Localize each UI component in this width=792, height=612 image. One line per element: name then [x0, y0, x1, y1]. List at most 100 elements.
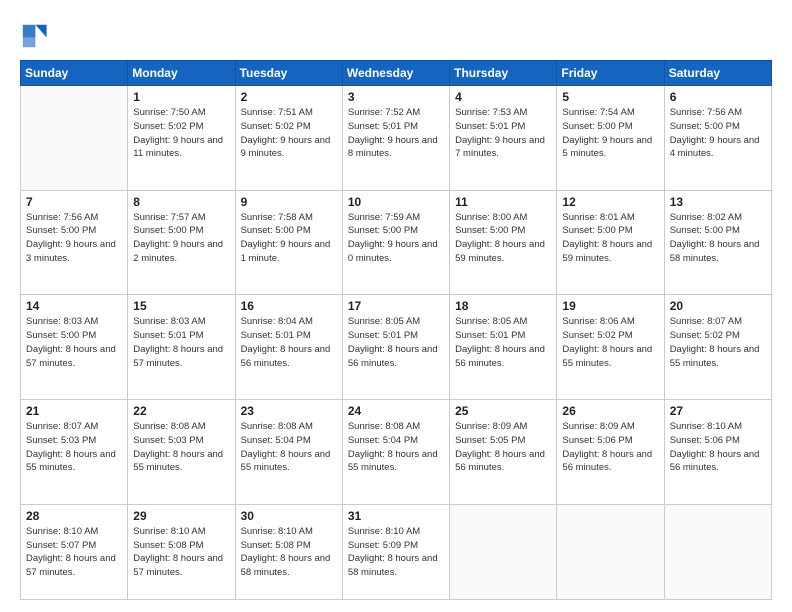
day-number: 20 — [670, 299, 766, 313]
day-number: 12 — [562, 195, 658, 209]
day-info: Sunrise: 7:56 AM Sunset: 5:00 PM Dayligh… — [670, 106, 766, 161]
calendar-cell: 31 Sunrise: 8:10 AM Sunset: 5:09 PM Dayli… — [342, 504, 449, 599]
day-number: 24 — [348, 404, 444, 418]
day-number: 21 — [26, 404, 122, 418]
day-info: Sunrise: 8:06 AM Sunset: 5:02 PM Dayligh… — [562, 315, 658, 370]
day-number: 7 — [26, 195, 122, 209]
calendar-cell: 30 Sunrise: 8:10 AM Sunset: 5:08 PM Dayli… — [235, 504, 342, 599]
calendar-week-row: 1 Sunrise: 7:50 AM Sunset: 5:02 PM Daylig… — [21, 86, 772, 191]
day-info: Sunrise: 8:03 AM Sunset: 5:01 PM Dayligh… — [133, 315, 229, 370]
calendar-cell: 9 Sunrise: 7:58 AM Sunset: 5:00 PM Daylig… — [235, 190, 342, 295]
day-info: Sunrise: 8:10 AM Sunset: 5:07 PM Dayligh… — [26, 525, 122, 580]
calendar-cell: 2Sunrise: 7:51 AM Sunset: 5:02 PM Daylig… — [235, 86, 342, 191]
logo — [20, 22, 52, 50]
calendar-cell: 27 Sunrise: 8:10 AM Sunset: 5:06 PM Dayli… — [664, 400, 771, 505]
day-info: Sunrise: 7:56 AM Sunset: 5:00 PM Dayligh… — [26, 211, 122, 266]
page: SundayMondayTuesdayWednesdayThursdayFrid… — [0, 0, 792, 612]
calendar-cell: 12 Sunrise: 8:01 AM Sunset: 5:00 PM Dayli… — [557, 190, 664, 295]
day-of-week-header: Monday — [128, 61, 235, 86]
calendar-cell: 20 Sunrise: 8:07 AM Sunset: 5:02 PM Dayli… — [664, 295, 771, 400]
day-number: 15 — [133, 299, 229, 313]
calendar-cell: 29 Sunrise: 8:10 AM Sunset: 5:08 PM Dayli… — [128, 504, 235, 599]
day-number: 6 — [670, 90, 766, 104]
calendar-cell: 15 Sunrise: 8:03 AM Sunset: 5:01 PM Dayli… — [128, 295, 235, 400]
days-of-week-row: SundayMondayTuesdayWednesdayThursdayFrid… — [21, 61, 772, 86]
day-info: Sunrise: 8:10 AM Sunset: 5:06 PM Dayligh… — [670, 420, 766, 475]
day-info: Sunrise: 8:09 AM Sunset: 5:06 PM Dayligh… — [562, 420, 658, 475]
calendar-week-row: 14Sunrise: 8:03 AM Sunset: 5:00 PM Dayli… — [21, 295, 772, 400]
calendar-cell: 21 Sunrise: 8:07 AM Sunset: 5:03 PM Dayli… — [21, 400, 128, 505]
day-number: 28 — [26, 509, 122, 523]
day-of-week-header: Thursday — [450, 61, 557, 86]
calendar-cell: 4 Sunrise: 7:53 AM Sunset: 5:01 PM Daylig… — [450, 86, 557, 191]
calendar-cell: 1 Sunrise: 7:50 AM Sunset: 5:02 PM Daylig… — [128, 86, 235, 191]
calendar-cell: 19 Sunrise: 8:06 AM Sunset: 5:02 PM Dayli… — [557, 295, 664, 400]
day-info: Sunrise: 7:59 AM Sunset: 5:00 PM Dayligh… — [348, 211, 444, 266]
day-number: 13 — [670, 195, 766, 209]
day-number: 25 — [455, 404, 551, 418]
calendar-cell: 22Sunrise: 8:08 AM Sunset: 5:03 PM Dayli… — [128, 400, 235, 505]
calendar-cell: 28 Sunrise: 8:10 AM Sunset: 5:07 PM Dayli… — [21, 504, 128, 599]
calendar-cell — [664, 504, 771, 599]
day-info: Sunrise: 8:02 AM Sunset: 5:00 PM Dayligh… — [670, 211, 766, 266]
calendar-cell: 26 Sunrise: 8:09 AM Sunset: 5:06 PM Dayli… — [557, 400, 664, 505]
day-info: Sunrise: 8:05 AM Sunset: 5:01 PM Dayligh… — [455, 315, 551, 370]
calendar-cell — [450, 504, 557, 599]
day-number: 26 — [562, 404, 658, 418]
day-number: 8 — [133, 195, 229, 209]
day-info: Sunrise: 8:01 AM Sunset: 5:00 PM Dayligh… — [562, 211, 658, 266]
day-info: Sunrise: 8:05 AM Sunset: 5:01 PM Dayligh… — [348, 315, 444, 370]
calendar-body: 1 Sunrise: 7:50 AM Sunset: 5:02 PM Daylig… — [21, 86, 772, 600]
day-info: Sunrise: 8:04 AM Sunset: 5:01 PM Dayligh… — [241, 315, 337, 370]
day-info: Sunrise: 8:10 AM Sunset: 5:08 PM Dayligh… — [241, 525, 337, 580]
day-number: 5 — [562, 90, 658, 104]
day-info: Sunrise: 7:52 AM Sunset: 5:01 PM Dayligh… — [348, 106, 444, 161]
day-number: 30 — [241, 509, 337, 523]
day-number: 29 — [133, 509, 229, 523]
day-info: Sunrise: 7:50 AM Sunset: 5:02 PM Dayligh… — [133, 106, 229, 161]
day-number: 17 — [348, 299, 444, 313]
day-info: Sunrise: 8:07 AM Sunset: 5:03 PM Dayligh… — [26, 420, 122, 475]
day-number: 23 — [241, 404, 337, 418]
day-info: Sunrise: 7:57 AM Sunset: 5:00 PM Dayligh… — [133, 211, 229, 266]
day-of-week-header: Saturday — [664, 61, 771, 86]
day-number: 27 — [670, 404, 766, 418]
day-number: 16 — [241, 299, 337, 313]
calendar-cell: 18Sunrise: 8:05 AM Sunset: 5:01 PM Dayli… — [450, 295, 557, 400]
calendar-cell: 11Sunrise: 8:00 AM Sunset: 5:00 PM Dayli… — [450, 190, 557, 295]
calendar-table: SundayMondayTuesdayWednesdayThursdayFrid… — [20, 60, 772, 600]
calendar-header: SundayMondayTuesdayWednesdayThursdayFrid… — [21, 61, 772, 86]
day-info: Sunrise: 8:10 AM Sunset: 5:08 PM Dayligh… — [133, 525, 229, 580]
day-number: 10 — [348, 195, 444, 209]
calendar-cell: 5 Sunrise: 7:54 AM Sunset: 5:00 PM Daylig… — [557, 86, 664, 191]
day-info: Sunrise: 7:54 AM Sunset: 5:00 PM Dayligh… — [562, 106, 658, 161]
calendar-cell: 23Sunrise: 8:08 AM Sunset: 5:04 PM Dayli… — [235, 400, 342, 505]
calendar-week-row: 7 Sunrise: 7:56 AM Sunset: 5:00 PM Daylig… — [21, 190, 772, 295]
day-number: 31 — [348, 509, 444, 523]
calendar-cell: 25 Sunrise: 8:09 AM Sunset: 5:05 PM Dayli… — [450, 400, 557, 505]
day-info: Sunrise: 8:07 AM Sunset: 5:02 PM Dayligh… — [670, 315, 766, 370]
day-info: Sunrise: 8:08 AM Sunset: 5:04 PM Dayligh… — [348, 420, 444, 475]
day-of-week-header: Sunday — [21, 61, 128, 86]
day-info: Sunrise: 7:58 AM Sunset: 5:00 PM Dayligh… — [241, 211, 337, 266]
day-of-week-header: Tuesday — [235, 61, 342, 86]
day-number: 19 — [562, 299, 658, 313]
day-number: 4 — [455, 90, 551, 104]
calendar-cell — [557, 504, 664, 599]
calendar-cell: 10 Sunrise: 7:59 AM Sunset: 5:00 PM Dayli… — [342, 190, 449, 295]
calendar-week-row: 28 Sunrise: 8:10 AM Sunset: 5:07 PM Dayli… — [21, 504, 772, 599]
day-number: 1 — [133, 90, 229, 104]
day-of-week-header: Friday — [557, 61, 664, 86]
day-number: 3 — [348, 90, 444, 104]
logo-icon — [20, 22, 48, 50]
day-info: Sunrise: 8:09 AM Sunset: 5:05 PM Dayligh… — [455, 420, 551, 475]
calendar-week-row: 21 Sunrise: 8:07 AM Sunset: 5:03 PM Dayli… — [21, 400, 772, 505]
day-info: Sunrise: 7:53 AM Sunset: 5:01 PM Dayligh… — [455, 106, 551, 161]
calendar-cell: 17 Sunrise: 8:05 AM Sunset: 5:01 PM Dayli… — [342, 295, 449, 400]
calendar-cell: 14Sunrise: 8:03 AM Sunset: 5:00 PM Dayli… — [21, 295, 128, 400]
day-number: 9 — [241, 195, 337, 209]
calendar-cell: 7 Sunrise: 7:56 AM Sunset: 5:00 PM Daylig… — [21, 190, 128, 295]
day-info: Sunrise: 7:51 AM Sunset: 5:02 PM Dayligh… — [241, 106, 337, 161]
day-info: Sunrise: 8:10 AM Sunset: 5:09 PM Dayligh… — [348, 525, 444, 580]
header — [20, 18, 772, 50]
